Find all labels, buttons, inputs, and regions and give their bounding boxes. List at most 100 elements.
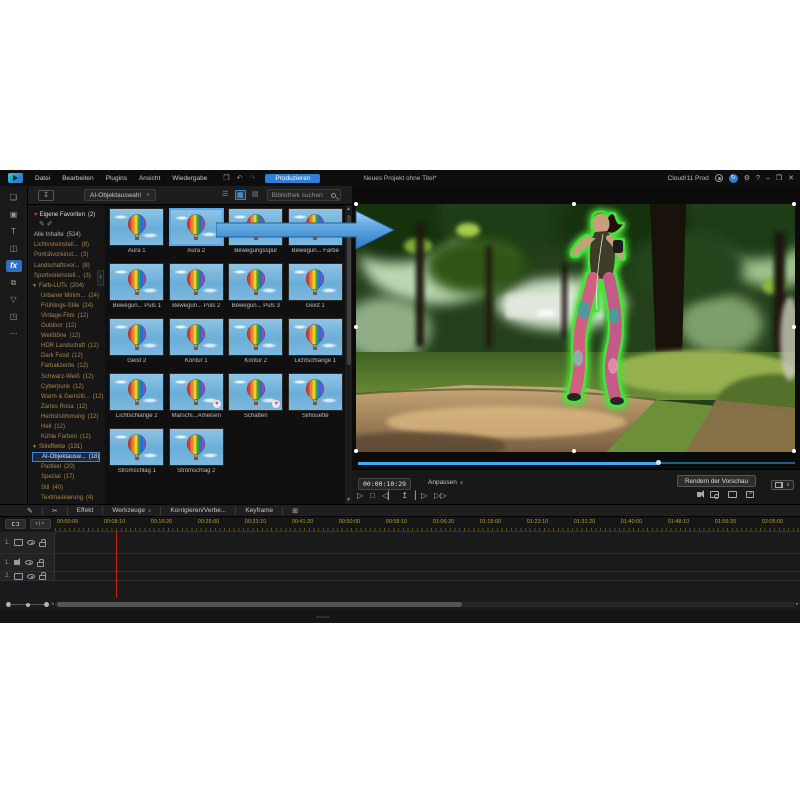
selection-handle[interactable] [572,202,576,206]
timeline-track[interactable]: 2. [0,572,800,581]
particle-room-icon[interactable]: ▽ [6,294,22,306]
import-media-button[interactable]: ↧ [38,190,54,201]
produce-button[interactable]: Produzieren [265,174,320,183]
selection-handle[interactable] [792,202,796,206]
scroll-left-icon[interactable]: ◂ [51,601,54,607]
effect-thumbnail[interactable]: ♥ Aura 1 [107,208,167,263]
fast-forward-button[interactable]: ▷▷ [434,491,446,500]
effect-thumbnail[interactable]: ♥ Lichtschlange 1 [286,318,346,373]
aspect-ratio-select[interactable]: ∨ [771,480,794,490]
track-visibility-eye-icon[interactable] [27,574,35,579]
collection-dropdown[interactable]: AI-Objektauswahl ∨ [84,189,156,201]
intro-room-icon[interactable]: ▣ [6,209,22,221]
video-preview[interactable] [356,204,795,452]
list-view-icon[interactable]: ☰ [220,190,231,200]
category-item[interactable]: ▼ ♥ Farb-LUTs (204) [32,281,105,291]
menu-item[interactable]: Bearbeiten [62,175,93,182]
selection-handle[interactable] [354,202,358,206]
category-item[interactable]: ♥ ✎ ✐ [32,220,105,230]
category-item[interactable]: ♥ Herbststimmung (12) [32,412,105,422]
category-item[interactable]: ♥ Urbaner Minim... (24) [32,291,105,301]
category-item[interactable]: ♥ Spezial (17) [32,472,105,482]
category-item[interactable]: ♥ Vintage-Film (12) [32,311,105,321]
dual-preview-icon[interactable] [728,491,737,498]
zoom-slider-handle[interactable] [26,603,30,607]
category-item[interactable]: ♥ Frühlings-Stile (24) [32,301,105,311]
effect-thumbnail[interactable]: ♥ Kontur 1 [167,318,227,373]
category-item[interactable]: ♥ Outdoor (12) [32,321,105,331]
effect-room-icon[interactable]: fx [6,260,22,272]
seek-bar[interactable] [358,461,795,465]
timeline-scrollbar[interactable] [55,602,795,607]
category-item[interactable]: ♥ Hell (12) [32,422,105,432]
selection-handle[interactable] [792,325,796,329]
category-item[interactable]: ♥ Cyberpunk (12) [32,382,105,392]
effect-thumbnail[interactable]: ♥ Stromschlag 2 [167,428,227,483]
timeline-scrollbar-thumb[interactable] [57,602,462,607]
snapshot-button[interactable]: ↥ [401,491,408,500]
scroll-down-icon[interactable]: ▼ [345,497,352,503]
category-item[interactable]: ♥ Porträtvoreinst... (3) [32,250,105,260]
category-item[interactable]: ▼ ♥ Stileffekte (131) [32,442,105,452]
settings-gear-icon[interactable]: ⚙ [744,174,750,182]
track-lock-icon[interactable] [37,562,44,567]
library-search-input[interactable]: Bibliothek suchen [267,189,341,201]
effect-thumbnail[interactable]: ♥ Marschi...Ameisen [167,373,227,428]
timeline-ruler[interactable]: ×|× 00:00:0000:08:1000:16:2000:25:0000:3… [0,517,800,532]
split-scissors-icon[interactable]: ✂ [52,507,58,515]
effect-thumbnail[interactable]: ♥ Stromschlag 1 [107,428,167,483]
snapshot-camera-icon[interactable] [710,491,719,498]
category-item[interactable]: ♥ Textmaskierung (4) [32,493,105,503]
scroll-right-icon[interactable]: ▸ [796,601,799,607]
sync-icon[interactable]: ↻ [729,174,738,183]
category-item[interactable]: ♥ Landschaftsvor... (8) [32,260,105,270]
zoom-in-dot[interactable] [44,602,49,607]
fix-enhance-button[interactable]: Korrigieren/Verbe... [170,507,226,514]
redo-icon[interactable]: ↷ [250,174,256,182]
category-item[interactable]: ♥ HDR Landschaft (12) [32,341,105,351]
stop-button[interactable]: □ [370,491,375,500]
menu-item[interactable]: Datei [35,175,50,182]
restore-button[interactable]: ❐ [776,174,782,182]
effect-thumbnail[interactable]: ♥ Geist 2 [107,318,167,373]
help-icon[interactable]: ? [756,175,760,182]
more-rooms-icon[interactable]: ⋯ [6,328,22,340]
track-lock-icon[interactable] [39,575,46,580]
selection-handle[interactable] [572,449,576,453]
zoom-fit-dropdown[interactable]: Anpassen ∨ [428,479,463,486]
undo-icon[interactable]: ↶ [237,174,243,182]
category-item[interactable]: ♥ Stil (40) [32,483,105,493]
grid-view-icon[interactable]: ▦ [235,190,246,200]
range-select-button[interactable] [5,519,26,529]
panel-collapse-arrow[interactable]: ‹ [97,270,104,286]
timeline-track[interactable]: 1. [0,532,800,554]
pen-tool-icon[interactable]: ✎ [27,507,33,515]
volume-icon[interactable] [697,492,701,497]
render-preview-button[interactable]: Rendern der Vorschau [677,475,756,487]
effect-thumbnail[interactable]: ♥ Bewegun... Puls 1 [107,263,167,318]
effect-thumbnail[interactable]: ♥ Schatten [226,373,286,428]
category-item[interactable]: ♥ Kühle Farben (12) [32,432,105,442]
favorites-edit-icons[interactable]: ✎ ✐ [37,220,53,231]
category-item[interactable]: ♥ Dark Food (12) [32,351,105,361]
effect-thumbnail[interactable]: ♥ Geist 1 [286,263,346,318]
selection-handle[interactable] [354,325,358,329]
previous-frame-button[interactable]: ◁▏ [382,491,394,500]
window-switch-icon[interactable]: ❐ [223,174,229,182]
menu-item[interactable]: Ansicht [139,175,160,182]
minimize-button[interactable]: – [766,175,770,182]
category-item[interactable]: ♥ Visuell (38) [32,503,105,504]
menu-item[interactable]: Plugins [106,175,127,182]
category-item[interactable]: ♥ Schwarz-Weiß (12) [32,372,105,382]
effect-thumbnail[interactable]: ♥ Silhouette [286,373,346,428]
seek-handle[interactable] [656,460,661,465]
title-room-icon[interactable]: T [6,226,22,238]
selection-handle[interactable] [354,449,358,453]
avatar-icon[interactable] [715,174,723,182]
effect-tool-button[interactable]: Effekt [77,507,94,514]
transition-room-icon[interactable]: ◫ [6,243,22,255]
category-item[interactable]: ♥ Partikel (20) [32,462,105,472]
effect-thumbnail[interactable]: ♥ Lichtschlange 2 [107,373,167,428]
close-button[interactable]: ✕ [788,174,794,182]
media-room-icon[interactable]: ❏ [6,192,22,204]
